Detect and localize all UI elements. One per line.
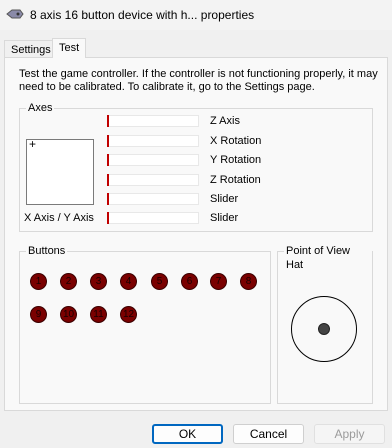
pov-group-label: Point of View Hat (284, 244, 372, 272)
button-indicator-2: 2 (60, 273, 77, 290)
axis-bar-z-axis (107, 115, 199, 127)
button-indicator-11: 11 (90, 306, 107, 323)
cancel-button[interactable]: Cancel (233, 424, 304, 444)
button-indicator-12: 12 (120, 306, 137, 323)
axes-group-label: Axes (26, 101, 55, 115)
xy-axis-label: X Axis / Y Axis (24, 212, 94, 224)
axis-bar-x-rotation (107, 135, 199, 147)
tab-test[interactable]: Test (52, 38, 87, 58)
button-indicator-4: 4 (120, 273, 137, 290)
ok-button[interactable]: OK (152, 424, 223, 444)
button-indicator-8: 8 (240, 273, 257, 290)
axis-label-y-rotation: Y Rotation (210, 154, 262, 166)
buttons-group-label: Buttons (26, 244, 68, 258)
axis-bar-y-rotation (107, 154, 199, 166)
game-controller-icon (6, 9, 24, 19)
axis-bar-z-rotation (107, 174, 199, 186)
axis-bar-slider-2 (107, 212, 199, 224)
axis-label-z-axis: Z Axis (210, 115, 240, 127)
axis-label-x-rotation: X Rotation (210, 135, 262, 147)
buttons-group: Buttons (19, 244, 271, 404)
tab-strip: Settings Test (0, 38, 392, 58)
axis-label-slider-2: Slider (210, 212, 239, 224)
axis-bar-slider-1 (107, 193, 199, 205)
axis-label-slider-1: Slider (210, 193, 239, 205)
xy-axis-box: + (26, 137, 94, 205)
button-indicator-7: 7 (210, 273, 227, 290)
intro-text: Test the game controller. If the control… (19, 68, 378, 93)
button-indicator-9: 9 (30, 306, 47, 323)
button-indicator-1: 1 (30, 273, 47, 290)
tab-settings[interactable]: Settings (4, 40, 58, 58)
axis-label-z-rotation: Z Rotation (210, 174, 261, 186)
window-title: 8 axis 16 button device with h... proper… (30, 8, 255, 22)
pov-hat-indicator (318, 323, 330, 335)
button-indicator-3: 3 (90, 273, 107, 290)
apply-button[interactable]: Apply (314, 424, 385, 444)
button-indicator-10: 10 (60, 306, 77, 323)
button-indicator-5: 5 (151, 273, 168, 290)
crosshair-icon: + (29, 137, 37, 151)
title-bar: 8 axis 16 button device with h... proper… (0, 0, 392, 30)
button-indicator-6: 6 (181, 273, 198, 290)
